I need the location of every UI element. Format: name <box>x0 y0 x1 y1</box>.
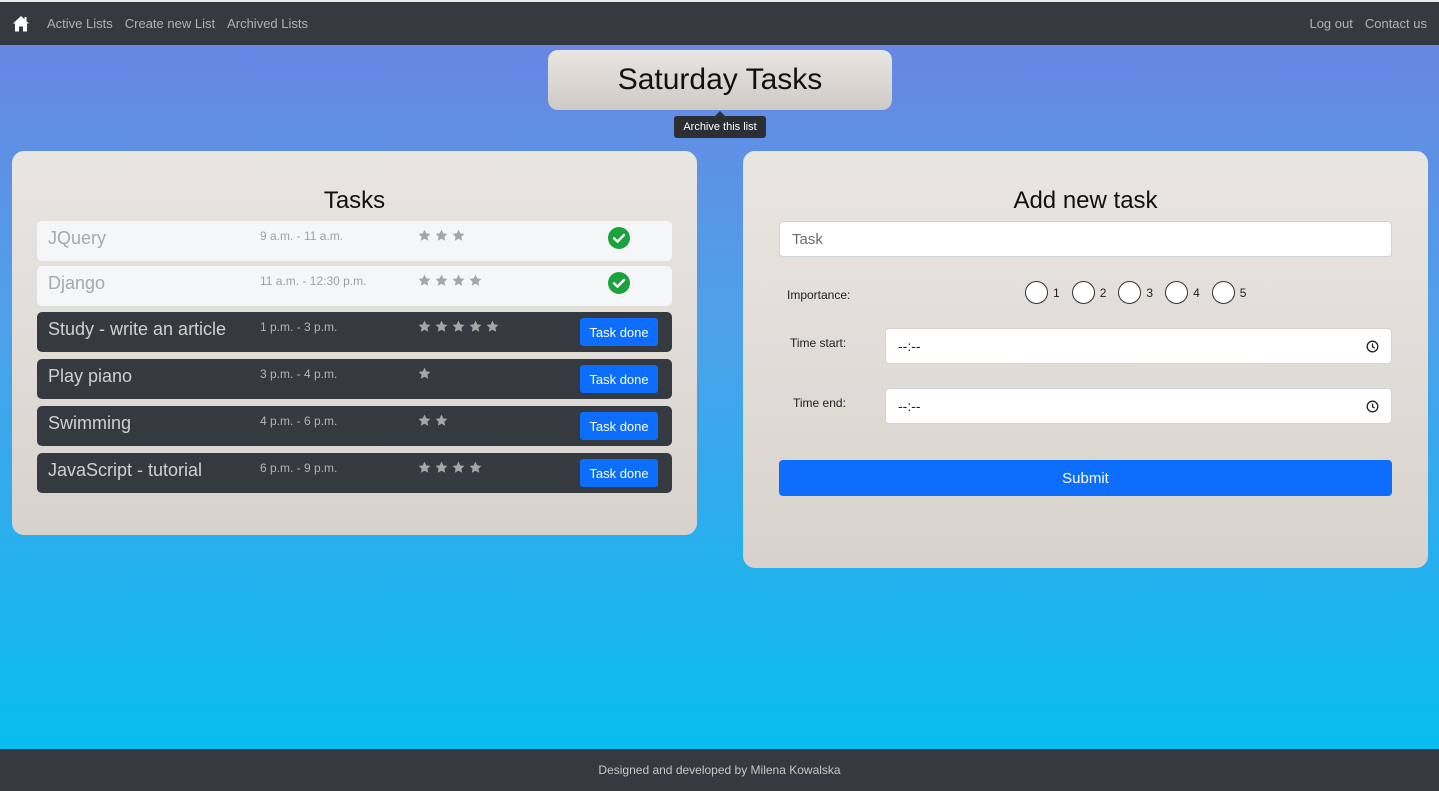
star-icon <box>452 320 465 332</box>
task-name: JQuery <box>48 228 107 248</box>
importance-stars <box>418 320 503 333</box>
star-icon <box>452 274 465 286</box>
archive-tooltip: Archive this list <box>674 111 766 138</box>
nav-right-group: Log out Contact us <box>1297 16 1427 31</box>
star-icon <box>452 229 465 241</box>
time-end-label: Time end: <box>793 396 846 410</box>
task-name: Play piano <box>48 366 133 386</box>
tasks-heading: Tasks <box>323 187 386 214</box>
importance-stars <box>418 414 452 427</box>
task-name: JavaScript - tutorial <box>48 460 203 480</box>
task-time: 9 a.m. - 11 a.m. <box>260 229 344 243</box>
check-circle-icon <box>608 227 630 249</box>
nav-link-archived-lists[interactable]: Archived Lists <box>227 16 308 31</box>
star-icon <box>486 320 499 332</box>
task-row: JQuery 9 a.m. - 11 a.m. <box>37 221 672 261</box>
radio-label: 2 <box>1099 285 1107 300</box>
task-time: 1 p.m. - 3 p.m. <box>260 320 338 334</box>
star-icon <box>469 461 482 473</box>
importance-stars <box>418 229 469 242</box>
star-icon <box>469 320 482 332</box>
tasks-panel: Tasks JQuery 9 a.m. - 11 a.m. Django 11 a.m… <box>12 151 697 535</box>
task-row: Swimming 4 p.m. - 6 p.m. Task done <box>37 406 672 446</box>
footer-text: Designed and developed by Milena Kowalsk… <box>598 763 841 777</box>
star-icon <box>435 320 448 332</box>
task-row: Study - write an article 1 p.m. - 3 p.m. T… <box>37 312 672 352</box>
radio-label: 4 <box>1193 285 1200 300</box>
time-start-label: Time start: <box>790 336 847 350</box>
star-icon <box>435 274 448 286</box>
time-end-value: --:-- <box>898 398 921 414</box>
task-name-input[interactable] <box>779 221 1392 257</box>
importance-radio-group: 1 2 3 4 5 <box>1025 281 1258 304</box>
home-icon[interactable] <box>12 15 30 33</box>
importance-stars <box>418 367 435 380</box>
importance-label: Importance: <box>787 288 851 302</box>
submit-button[interactable]: Submit <box>779 460 1392 496</box>
contact-us-link[interactable]: Contact us <box>1365 16 1427 31</box>
task-time: 4 p.m. - 6 p.m. <box>260 414 338 428</box>
importance-radio-3[interactable]: 3 <box>1118 281 1153 304</box>
navbar: Active Lists Create new List Archived Li… <box>0 0 1439 45</box>
star-icon <box>418 414 431 426</box>
radio-label: 1 <box>1053 285 1060 300</box>
add-task-heading: Add new task <box>1013 187 1158 214</box>
task-done-button[interactable]: Task done <box>580 459 658 487</box>
importance-stars <box>418 274 486 287</box>
star-icon <box>435 229 448 241</box>
star-icon <box>418 274 431 286</box>
time-start-input[interactable]: --:-- <box>885 328 1392 364</box>
radio-circle[interactable] <box>1211 281 1235 304</box>
task-done-button[interactable]: Task done <box>580 365 658 393</box>
task-done-button[interactable]: Task done <box>580 318 658 346</box>
star-icon <box>418 461 431 473</box>
task-name: Swimming <box>48 413 132 433</box>
radio-circle[interactable] <box>1118 281 1142 304</box>
star-icon <box>435 461 448 473</box>
star-icon <box>418 229 431 241</box>
task-done-button[interactable]: Task done <box>580 412 658 440</box>
time-end-input[interactable]: --:-- <box>885 388 1392 424</box>
task-row: JavaScript - tutorial 6 p.m. - 9 p.m. Task… <box>37 453 672 493</box>
radio-label: 3 <box>1146 285 1154 300</box>
task-name: Study - write an article <box>48 319 227 339</box>
radio-label: 5 <box>1239 285 1247 300</box>
task-row: Django 11 a.m. - 12:30 p.m. <box>37 266 672 306</box>
star-icon <box>469 274 482 286</box>
task-time: 11 a.m. - 12:30 p.m. <box>260 274 367 288</box>
importance-radio-1[interactable]: 1 <box>1025 281 1060 304</box>
clock-icon[interactable] <box>1366 400 1379 413</box>
time-start-value: --:-- <box>898 338 921 354</box>
star-icon <box>418 367 431 379</box>
nav-link-create-new-list[interactable]: Create new List <box>125 16 215 31</box>
task-name: Django <box>48 273 106 293</box>
importance-radio-4[interactable]: 4 <box>1165 281 1200 304</box>
importance-stars <box>418 461 486 474</box>
task-time: 3 p.m. - 4 p.m. <box>260 367 338 381</box>
nav-link-active-lists[interactable]: Active Lists <box>47 16 113 31</box>
add-task-panel: Add new task Importance: 1 2 3 4 5 Time … <box>743 151 1428 568</box>
importance-radio-2[interactable]: 2 <box>1071 281 1107 304</box>
star-icon <box>435 414 448 426</box>
radio-circle[interactable] <box>1071 281 1095 304</box>
importance-radio-5[interactable]: 5 <box>1211 281 1247 304</box>
check-circle-icon <box>608 272 630 294</box>
radio-circle[interactable] <box>1165 281 1189 304</box>
clock-icon[interactable] <box>1366 340 1379 353</box>
radio-circle[interactable] <box>1025 281 1048 304</box>
task-time: 6 p.m. - 9 p.m. <box>260 461 338 475</box>
task-row: Play piano 3 p.m. - 4 p.m. Task done <box>37 359 672 399</box>
star-icon <box>418 320 431 332</box>
footer: Designed and developed by Milena Kowalsk… <box>0 749 1439 791</box>
list-title-button[interactable]: Saturday Tasks <box>548 50 892 110</box>
star-icon <box>452 461 465 473</box>
logout-link[interactable]: Log out <box>1309 16 1352 31</box>
